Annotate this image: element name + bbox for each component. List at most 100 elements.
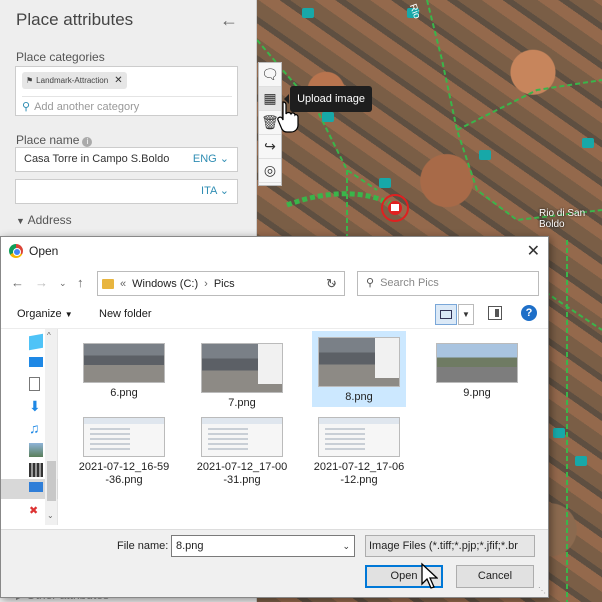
upload-image-tooltip: Upload image — [284, 86, 372, 112]
address-bar[interactable]: « Windows (C:) › Pics ⌄ — [97, 271, 345, 296]
file-thumbnail — [201, 343, 283, 393]
language-select-eng[interactable]: ENG ⌄ — [193, 148, 229, 171]
file-type-value: Image Files (*.tiff;*.pjp;*.jfif;*.br — [369, 540, 518, 552]
search-icon: ⚲ — [22, 101, 31, 113]
category-chip-label: Landmark-Attraction — [36, 76, 109, 85]
file-thumbnail — [83, 343, 165, 383]
resize-grip-icon[interactable]: ⋱ — [538, 586, 546, 595]
info-icon[interactable]: i — [82, 137, 93, 147]
chrome-icon — [9, 244, 23, 258]
breadcrumb-folder[interactable]: Pics — [214, 278, 235, 290]
place-categories-label: Place categories — [16, 50, 105, 64]
file-type-select[interactable]: Image Files (*.tiff;*.pjp;*.jfif;*.br — [365, 535, 535, 557]
file-thumbnail — [436, 343, 518, 383]
downloads-icon[interactable]: ⬇ — [29, 399, 43, 413]
file-name: 9.png — [463, 387, 491, 399]
network-drive-icon[interactable]: ✖ — [29, 504, 43, 518]
breadcrumb-root[interactable]: Windows (C:) — [132, 278, 198, 290]
organize-menu[interactable]: Organize ▼ — [17, 308, 73, 320]
hand-cursor-icon — [277, 101, 299, 133]
file-name: 2021-07-12_17-06 -12.png — [313, 461, 405, 486]
local-disk-icon[interactable] — [29, 482, 43, 492]
file-name-input[interactable]: 8.png ⌄ — [171, 535, 355, 557]
dialog-footer: File name: 8.png ⌄ Image Files (*.tiff;*… — [1, 529, 548, 597]
videos-icon[interactable] — [29, 463, 43, 477]
language-label-eng: ENG — [192, 153, 217, 165]
search-icon: ⚲ — [366, 277, 375, 289]
back-arrow-icon[interactable]: ← — [220, 10, 238, 31]
breadcrumb-chevron-icon: › — [204, 277, 208, 290]
scroll-up-icon[interactable]: ^ — [47, 331, 51, 340]
category-chip: ⚑ Landmark-Attraction ✕ — [22, 72, 127, 89]
folder-icon — [102, 278, 114, 289]
file-item[interactable]: 7.png — [195, 337, 289, 413]
remove-category-icon[interactable]: ✕ — [114, 72, 122, 89]
navigation-icon[interactable]: ↪ — [259, 135, 281, 159]
dialog-titlebar: Open — [1, 237, 548, 265]
music-icon[interactable]: ♫ — [29, 421, 43, 435]
dialog-title: Open — [29, 244, 59, 258]
file-name-value: 8.png — [176, 540, 204, 552]
language-label-ita: ITA — [201, 185, 217, 197]
search-placeholder: Search Pics — [380, 277, 439, 289]
refresh-icon[interactable]: ↻ — [319, 271, 345, 296]
add-category-input[interactable]: ⚲ Add another category — [22, 96, 232, 113]
file-name: 2021-07-12_16-59 -36.png — [78, 461, 170, 486]
panel-title: Place attributes — [16, 10, 134, 29]
file-item[interactable]: 2021-07-12_17-06 -12.png — [312, 411, 406, 490]
scroll-down-icon[interactable]: ⌄ — [47, 511, 54, 520]
back-icon[interactable]: ← — [11, 275, 24, 290]
tripadvisor-icon[interactable]: ◎ — [259, 159, 281, 183]
navigation-pane: ⬇ ♫ ✖ ^ ⌄ — [1, 329, 58, 525]
up-folder-icon[interactable]: ↑ — [77, 275, 84, 290]
file-item[interactable]: 9.png — [430, 337, 524, 403]
file-name: 6.png — [110, 387, 138, 399]
arrow-cursor-icon — [421, 562, 438, 589]
place-name-label: Place name i — [16, 133, 93, 147]
close-icon[interactable]: ✕ — [527, 241, 540, 261]
caret-down-icon: ▼ — [16, 216, 25, 226]
documents-icon[interactable] — [29, 377, 40, 391]
forward-icon[interactable]: → — [35, 275, 48, 290]
landmark-icon: ⚑ — [26, 76, 34, 85]
organize-label: Organize — [17, 308, 62, 320]
open-file-dialog: Open ✕ ← → ⌄ ↑ « Windows (C:) › Pics ⌄ ↻… — [0, 236, 549, 598]
file-name-dropdown-icon[interactable]: ⌄ — [342, 536, 350, 556]
file-item[interactable]: 6.png — [77, 337, 171, 403]
file-name: 8.png — [345, 391, 373, 403]
file-grid: 6.png 7.png 8.png 9.png 2021-07-12_16-59… — [69, 331, 539, 519]
place-name-input[interactable]: Casa Torre in Campo S.Boldo ENG ⌄ — [15, 147, 238, 172]
place-name-label-text: Place name — [16, 133, 80, 147]
help-icon[interactable]: ? — [521, 305, 537, 321]
file-item-selected[interactable]: 8.png — [312, 331, 406, 407]
cancel-button[interactable]: Cancel — [456, 565, 534, 588]
3d-objects-icon[interactable] — [29, 333, 43, 351]
language-select-ita[interactable]: ITA ⌄ — [201, 180, 229, 203]
preview-pane-icon[interactable] — [488, 306, 502, 320]
file-item[interactable]: 2021-07-12_17-00 -31.png — [195, 411, 289, 490]
file-thumbnail — [318, 417, 400, 457]
caret-down-icon: ▼ — [64, 310, 73, 319]
comment-icon[interactable]: 🗨 — [259, 63, 281, 87]
desktop-icon[interactable] — [29, 357, 43, 367]
address-bar-row: ← → ⌄ ↑ « Windows (C:) › Pics ⌄ ↻ ⚲ Sear… — [1, 269, 548, 299]
address-section-toggle[interactable]: ▼ Address — [16, 213, 72, 227]
change-view-icon[interactable] — [435, 304, 457, 325]
recent-locations-icon[interactable]: ⌄ — [59, 278, 67, 289]
file-name-label: File name: — [117, 540, 169, 552]
place-name-input-2[interactable]: ITA ⌄ — [15, 179, 238, 204]
nav-scroll-thumb[interactable] — [47, 461, 56, 501]
new-folder-button[interactable]: New folder — [99, 308, 152, 320]
view-options-dropdown-icon[interactable]: ▼ — [458, 304, 474, 325]
search-input[interactable]: ⚲ Search Pics — [357, 271, 539, 296]
file-thumbnail — [201, 417, 283, 457]
categories-field[interactable]: ⚑ Landmark-Attraction ✕ ⚲ Add another ca… — [15, 66, 238, 116]
pictures-icon[interactable] — [29, 443, 43, 457]
command-bar: Organize ▼ New folder ▼ ? — [1, 301, 548, 329]
file-thumbnail — [318, 337, 400, 387]
map-label-rio-san-boldo: Rio di San Boldo — [539, 208, 586, 230]
breadcrumb-separator-icon: « — [120, 277, 127, 290]
add-category-placeholder: Add another category — [34, 100, 140, 113]
file-thumbnail — [83, 417, 165, 457]
file-item[interactable]: 2021-07-12_16-59 -36.png — [77, 411, 171, 490]
